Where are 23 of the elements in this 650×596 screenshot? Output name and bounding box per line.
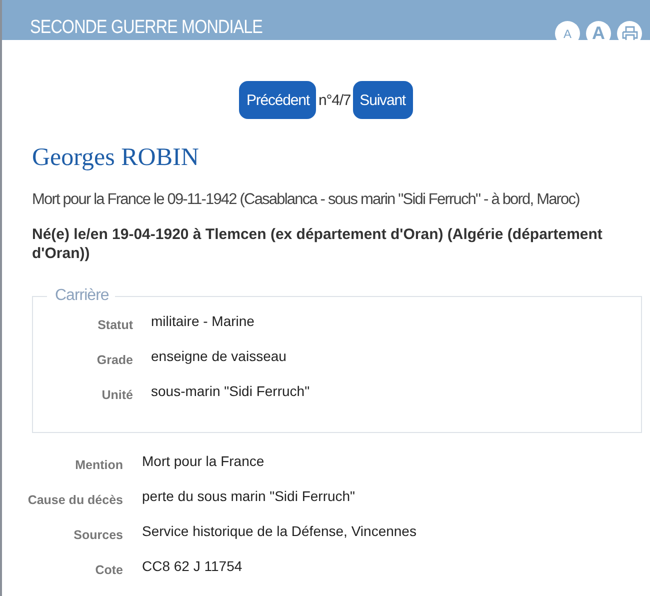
section-title: SECONDE GUERRE MONDIALE	[30, 17, 263, 40]
previous-button[interactable]: Précédent	[239, 81, 316, 119]
field-label: Grade	[96, 353, 133, 367]
field-label: Mention	[74, 458, 123, 472]
field-label: Cause du décès	[26, 493, 123, 507]
birth-info: Né(e) le/en 19-04-1920 à Tlemcen (ex département d'Oran) (Algérie (département d'Oran))	[32, 225, 604, 263]
field-label: Sources	[72, 528, 123, 542]
field-value: CC8 62 J 11754	[142, 558, 242, 574]
field-label: Statut	[96, 318, 133, 332]
field-label: Cote	[94, 563, 123, 577]
field-value: Mort pour la France	[142, 453, 264, 469]
field-value: Service historique de la Défense, Vincennes	[142, 523, 416, 539]
field-value: perte du sous marin "Sidi Ferruch"	[142, 488, 356, 504]
record-position: n°4/7	[318, 92, 351, 108]
person-name: Georges ROBIN	[32, 144, 200, 172]
field-value: sous-marin "Sidi Ferruch"	[151, 383, 310, 399]
death-info: Mort pour la France le 09-11-1942 (Casablanca - sous marin "Sidi Ferruch" - à bord, Maroc)	[32, 191, 580, 209]
field-label: Unité	[100, 388, 133, 402]
next-button[interactable]: Suivant	[352, 81, 413, 119]
field-value: enseigne de vaisseau	[151, 348, 286, 364]
print-button[interactable]	[617, 21, 642, 40]
field-value: militaire - Marine	[151, 313, 254, 329]
panel-legend: Carrière	[47, 287, 115, 305]
